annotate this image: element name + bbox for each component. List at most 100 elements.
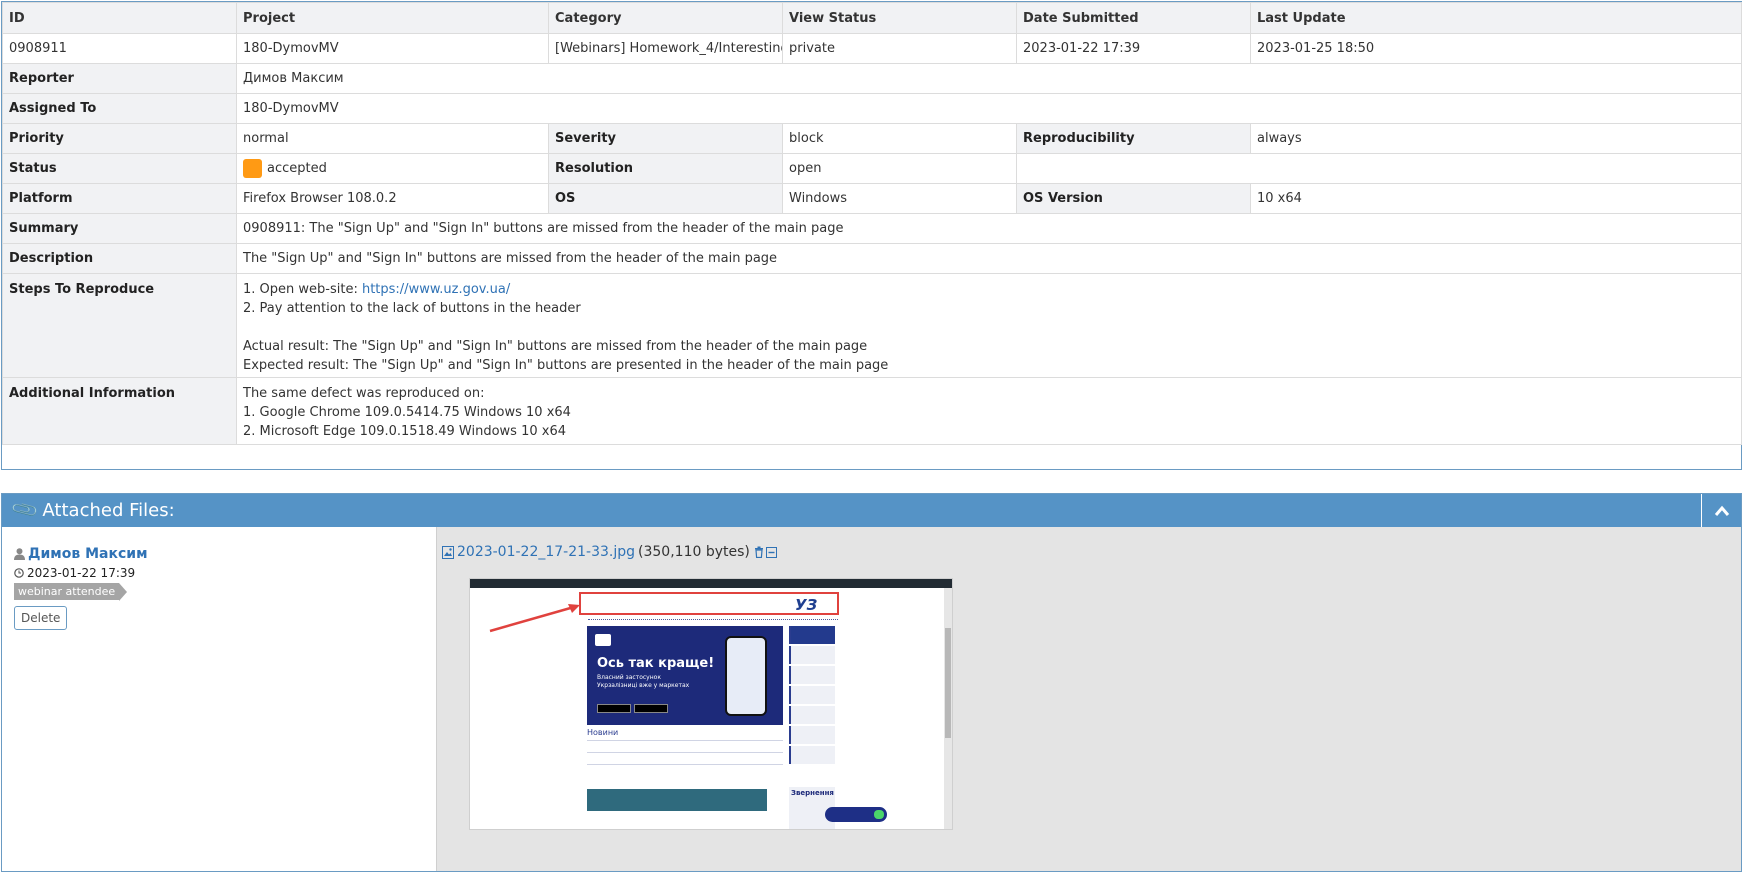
steps-value: 1. Open web-site: https://www.uz.gov.ua/… xyxy=(236,273,1742,378)
issue-id: 0908911 xyxy=(2,33,237,64)
chevron-up-icon xyxy=(1714,505,1729,516)
priority-row: Priority normal Severity block Reproduci… xyxy=(2,123,1742,154)
summary-label: Summary xyxy=(2,213,237,244)
thumb-news: Новини xyxy=(587,729,783,768)
file-size: (350,110 bytes) xyxy=(638,544,750,560)
thumb-logo: УЗ xyxy=(795,596,818,614)
issue-last-update: 2023-01-25 18:50 xyxy=(1250,33,1742,64)
attached-files-title: Attached Files: xyxy=(42,500,175,521)
reporter-label: Reporter xyxy=(2,63,237,94)
thumb-chat-button xyxy=(825,807,887,822)
status-row: Status accepted Resolution open xyxy=(2,153,1742,184)
collapse-button[interactable] xyxy=(1701,494,1741,527)
resolution-value: open xyxy=(782,153,1017,184)
assigned-value: 180-DymovMV xyxy=(236,93,1742,124)
step-1-text: 1. Open web-site: xyxy=(243,282,362,297)
os-value: Windows xyxy=(782,183,1017,214)
header-category: Category xyxy=(548,2,783,34)
details-header-row: ID Project Category View Status Date Sub… xyxy=(2,2,1742,34)
reproducibility-label: Reproducibility xyxy=(1016,123,1251,154)
thumb-phone xyxy=(725,636,767,716)
thumb-sidebar xyxy=(789,626,835,766)
thumb-banner: Ось так краще! Власний застосунок Укрзал… xyxy=(587,626,783,725)
reproducibility-value: always xyxy=(1250,123,1742,154)
assigned-label: Assigned To xyxy=(2,93,237,124)
header-view-status: View Status xyxy=(782,2,1017,34)
image-file-icon xyxy=(442,545,454,559)
os-version-value: 10 x64 xyxy=(1250,183,1742,214)
header-id: ID xyxy=(2,2,237,34)
header-last-update: Last Update xyxy=(1250,2,1742,34)
os-label: OS xyxy=(548,183,783,214)
file-name-link[interactable]: 2023-01-22_17-21-33.jpg xyxy=(457,544,635,560)
actual-result: Actual result: The "Sign Up" and "Sign I… xyxy=(243,339,868,354)
additional-row: Additional Information The same defect w… xyxy=(2,377,1742,445)
status-row-empty xyxy=(1016,153,1742,184)
file-row: 2023-01-22_17-21-33.jpg (350,110 bytes) xyxy=(442,544,1735,560)
attached-files-panel: 📎 Attached Files: Димов Максим 2023-01-2… xyxy=(1,493,1742,872)
delete-button[interactable]: Delete xyxy=(14,606,68,630)
platform-label: Platform xyxy=(2,183,237,214)
step-1: 1. Open web-site: https://www.uz.gov.ua/ xyxy=(243,280,1735,299)
thumb-bottom-banner xyxy=(587,789,767,811)
status-value: accepted xyxy=(267,161,327,176)
expected-result: Expected result: The "Sign Up" and "Sign… xyxy=(243,358,889,373)
clock-icon xyxy=(14,568,24,578)
upload-date: 2023-01-22 17:39 xyxy=(27,566,136,580)
summary-value: 0908911: The "Sign Up" and "Sign In" but… xyxy=(236,213,1742,244)
additional-line-2: 1. Google Chrome 109.0.5414.75 Windows 1… xyxy=(243,405,571,420)
additional-label: Additional Information xyxy=(2,377,237,445)
status-cell: accepted xyxy=(236,153,549,184)
description-value: The "Sign Up" and "Sign In" buttons are … xyxy=(236,243,1742,274)
site-link[interactable]: https://www.uz.gov.ua/ xyxy=(362,282,510,297)
platform-value: Firefox Browser 108.0.2 xyxy=(236,183,549,214)
issue-details-panel: ID Project Category View Status Date Sub… xyxy=(1,1,1742,470)
additional-line-3: 2. Microsoft Edge 109.0.1518.49 Windows … xyxy=(243,424,566,439)
priority-value: normal xyxy=(236,123,549,154)
attachment-thumbnail[interactable]: УЗ Ось так краще! Власний застосунок Укр… xyxy=(469,578,953,830)
thumb-nav xyxy=(588,619,838,622)
thumb-browser-bar xyxy=(470,579,952,588)
thumb-subline-2: Укрзалізниці вже у маркетах xyxy=(597,682,690,689)
severity-value: block xyxy=(782,123,1017,154)
platform-row: Platform Firefox Browser 108.0.2 OS Wind… xyxy=(2,183,1742,214)
paperclip-icon: 📎 xyxy=(10,495,41,526)
reporter-value: Димов Максим xyxy=(236,63,1742,94)
assigned-row: Assigned To 180-DymovMV xyxy=(2,93,1742,124)
trash-icon[interactable] xyxy=(754,546,764,558)
issue-category: [Webinars] Homework_4/Interesting bug xyxy=(548,33,783,64)
steps-row: Steps To Reproduce 1. Open web-site: htt… xyxy=(2,273,1742,378)
attached-files-body: Димов Максим 2023-01-22 17:39 webinar at… xyxy=(2,527,1741,871)
description-label: Description xyxy=(2,243,237,274)
details-values-row: 0908911 180-DymovMV [Webinars] Homework_… xyxy=(2,33,1742,64)
minus-square-icon[interactable] xyxy=(765,546,777,558)
additional-value: The same defect was reproduced on: 1. Go… xyxy=(236,377,1742,445)
additional-line-1: The same defect was reproduced on: xyxy=(243,386,485,401)
severity-label: Severity xyxy=(548,123,783,154)
attachment-area: 2023-01-22_17-21-33.jpg (350,110 bytes) … xyxy=(437,527,1741,871)
thumb-subline-1: Власний застосунок xyxy=(597,674,661,681)
issue-project: 180-DymovMV xyxy=(236,33,549,64)
issue-date-submitted: 2023-01-22 17:39 xyxy=(1016,33,1251,64)
os-version-label: OS Version xyxy=(1016,183,1251,214)
thumb-scrollbar xyxy=(944,588,952,829)
status-color-swatch xyxy=(243,159,262,178)
red-arrow-icon xyxy=(489,604,580,633)
uploader-info: Димов Максим 2023-01-22 17:39 webinar at… xyxy=(2,527,437,871)
steps-label: Steps To Reproduce xyxy=(2,273,237,378)
description-row: Description The "Sign Up" and "Sign In" … xyxy=(2,243,1742,274)
user-icon xyxy=(14,548,25,560)
uploader-name-row: Димов Максим xyxy=(14,546,424,562)
summary-row: Summary 0908911: The "Sign Up" and "Sign… xyxy=(2,213,1742,244)
steps-spacer xyxy=(243,318,1735,337)
thumb-store-badges xyxy=(597,702,671,717)
header-date-submitted: Date Submitted xyxy=(1016,2,1251,34)
reporter-row: Reporter Димов Максим xyxy=(2,63,1742,94)
uploader-name-link[interactable]: Димов Максим xyxy=(28,546,148,562)
resolution-label: Resolution xyxy=(548,153,783,184)
issue-details-table: ID Project Category View Status Date Sub… xyxy=(2,2,1742,445)
issue-view-status: private xyxy=(782,33,1017,64)
header-project: Project xyxy=(236,2,549,34)
status-label: Status xyxy=(2,153,237,184)
priority-label: Priority xyxy=(2,123,237,154)
